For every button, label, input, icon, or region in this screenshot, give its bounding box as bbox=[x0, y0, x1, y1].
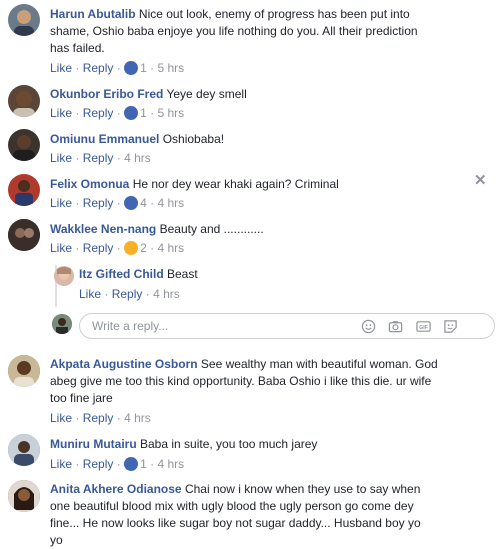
avatar[interactable] bbox=[8, 129, 40, 161]
separator: · bbox=[116, 106, 121, 120]
avatar[interactable] bbox=[8, 355, 40, 387]
comment-text: fine... He now looks like sugar boy not … bbox=[50, 516, 421, 530]
separator: · bbox=[75, 241, 80, 255]
commenter-name[interactable]: Anita Akhere Odianose bbox=[50, 482, 182, 496]
commenter-name[interactable]: Omiunu Emmanuel bbox=[50, 132, 159, 146]
reaction-count[interactable]: 1 bbox=[140, 61, 147, 75]
avatar[interactable] bbox=[8, 85, 40, 117]
avatar[interactable] bbox=[8, 174, 40, 206]
separator: · bbox=[75, 196, 80, 210]
reply-input[interactable] bbox=[90, 318, 344, 334]
timestamp[interactable]: 4 hrs bbox=[124, 411, 151, 425]
separator: · bbox=[116, 457, 121, 471]
reply-link[interactable]: Reply bbox=[83, 106, 114, 120]
reaction-count[interactable]: 1 bbox=[140, 457, 147, 471]
timestamp[interactable]: 4 hrs bbox=[153, 287, 180, 301]
current-user-avatar bbox=[52, 314, 72, 334]
separator: · bbox=[150, 241, 155, 255]
comment-text: See wealthy man with beautiful woman. Go… bbox=[200, 357, 438, 371]
camera-icon[interactable] bbox=[388, 319, 403, 334]
emoji-icon[interactable] bbox=[361, 319, 376, 334]
reply-box[interactable]: GIF bbox=[79, 313, 495, 339]
comment-text: has failed. bbox=[50, 41, 105, 55]
sticker-icon[interactable] bbox=[443, 319, 458, 334]
reaction-count[interactable]: 4 bbox=[140, 196, 147, 210]
commenter-name[interactable]: Harun Abutalib bbox=[50, 7, 136, 21]
like-link[interactable]: Like bbox=[50, 61, 72, 75]
separator: · bbox=[75, 106, 80, 120]
separator: · bbox=[116, 241, 121, 255]
like-link[interactable]: Like bbox=[50, 196, 72, 210]
comment-text: He nor dey wear khaki again? Criminal bbox=[132, 177, 339, 191]
reply-link[interactable]: Reply bbox=[112, 287, 143, 301]
comment-text: shame, Oshio baba enjoye you life nothin… bbox=[50, 24, 418, 38]
reply-link[interactable]: Reply bbox=[83, 196, 114, 210]
reply-link[interactable]: Reply bbox=[83, 241, 114, 255]
reaction-count[interactable]: 2 bbox=[140, 241, 147, 255]
like-reaction-icon[interactable] bbox=[124, 196, 139, 210]
separator: · bbox=[150, 106, 155, 120]
reply-link[interactable]: Reply bbox=[83, 457, 114, 471]
comment-text: Yeye dey smell bbox=[166, 87, 247, 101]
reply-link[interactable]: Reply bbox=[83, 151, 114, 165]
separator: · bbox=[75, 151, 80, 165]
comment-text: yo bbox=[50, 533, 63, 547]
like-link[interactable]: Like bbox=[50, 106, 72, 120]
like-link[interactable]: Like bbox=[50, 241, 72, 255]
svg-text:GIF: GIF bbox=[419, 325, 428, 331]
commenter-name[interactable]: Okunbor Eribo Fred bbox=[50, 87, 163, 101]
close-icon[interactable]: ✕ bbox=[474, 171, 487, 189]
separator: · bbox=[116, 61, 121, 75]
separator: · bbox=[150, 61, 155, 75]
commenter-name[interactable]: Itz Gifted Child bbox=[79, 267, 164, 281]
comment-text: abeg give me too this kind opportunity. … bbox=[50, 374, 432, 388]
separator: · bbox=[75, 61, 80, 75]
comment-text: Beauty and ............ bbox=[159, 222, 264, 236]
commenter-name[interactable]: Felix Omonua bbox=[50, 177, 129, 191]
separator: · bbox=[145, 287, 150, 301]
comment-text: too fine jare bbox=[50, 391, 113, 405]
separator: · bbox=[116, 151, 121, 165]
haha-reaction-icon[interactable] bbox=[124, 241, 139, 255]
avatar[interactable] bbox=[8, 4, 40, 36]
separator: · bbox=[75, 411, 80, 425]
commenter-name[interactable]: Akpata Augustine Osborn bbox=[50, 357, 198, 371]
timestamp[interactable]: 5 hrs bbox=[157, 106, 184, 120]
timestamp[interactable]: 5 hrs bbox=[157, 61, 184, 75]
like-link[interactable]: Like bbox=[79, 287, 101, 301]
separator: · bbox=[150, 457, 155, 471]
like-reaction-icon[interactable] bbox=[124, 61, 139, 75]
timestamp[interactable]: 4 hrs bbox=[124, 151, 151, 165]
like-link[interactable]: Like bbox=[50, 457, 72, 471]
comment-text: Nice out look, enemy of progress has bee… bbox=[138, 7, 410, 21]
like-link[interactable]: Like bbox=[50, 151, 72, 165]
separator: · bbox=[150, 196, 155, 210]
comment-text: Beast bbox=[167, 267, 198, 281]
commenter-name[interactable]: Muniru Mutairu bbox=[50, 437, 137, 451]
reaction-count[interactable]: 1 bbox=[140, 106, 147, 120]
comment-text: Baba in suite, you too much jarey bbox=[140, 437, 318, 451]
comment-text: one beautiful blood mix with ugly blood … bbox=[50, 499, 414, 513]
separator: · bbox=[104, 287, 109, 301]
comment-text: Chai now i know when they use to say whe… bbox=[184, 482, 421, 496]
reply-link[interactable]: Reply bbox=[83, 411, 114, 425]
commenter-name[interactable]: Wakklee Nen-nang bbox=[50, 222, 156, 236]
timestamp[interactable]: 4 hrs bbox=[157, 457, 184, 471]
avatar[interactable] bbox=[8, 434, 40, 466]
reply-link[interactable]: Reply bbox=[83, 61, 114, 75]
timestamp[interactable]: 4 hrs bbox=[157, 196, 184, 210]
like-link[interactable]: Like bbox=[50, 411, 72, 425]
comment-text: Oshiobaba! bbox=[162, 132, 225, 146]
like-reaction-icon[interactable] bbox=[124, 106, 139, 120]
avatar[interactable] bbox=[54, 266, 74, 286]
timestamp[interactable]: 4 hrs bbox=[157, 241, 184, 255]
avatar[interactable] bbox=[8, 480, 40, 512]
separator: · bbox=[116, 196, 121, 210]
avatar[interactable] bbox=[8, 219, 40, 251]
gif-icon[interactable]: GIF bbox=[416, 319, 431, 334]
separator: · bbox=[116, 411, 121, 425]
like-reaction-icon[interactable] bbox=[124, 457, 139, 471]
separator: · bbox=[75, 457, 80, 471]
